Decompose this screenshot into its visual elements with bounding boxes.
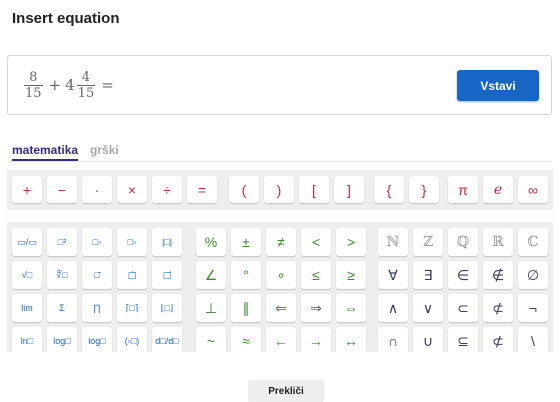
symbol-panel[interactable]: ▭/▭ □² □▫ □▫ |□|% ± ≠ < > ℕ ℤ ℚ ℝ ℂ √□ ∜□ □̄ □⃖ □⃗ ∠ ° ∘ ≤ ≥ ∀ ∃ ∈… <box>7 222 553 352</box>
equation-editor[interactable]: 8 15 + 4 4 15 = Vstavi <box>7 55 552 115</box>
symbol-key-r2c1[interactable]: √□ <box>12 261 42 289</box>
symbol-key-r4c4[interactable]: (▫□) <box>117 327 147 352</box>
symbol-key-r4c15[interactable]: \ <box>518 327 548 352</box>
insert-button[interactable]: Vstavi <box>457 70 539 101</box>
symbol-key-r1c9[interactable]: < <box>301 228 331 256</box>
symbol-key-r3c11[interactable]: ∧ <box>378 294 408 322</box>
symbol-key-r3c1[interactable]: lim <box>12 294 42 322</box>
symbol-key-r1c14[interactable]: ℝ <box>483 228 513 256</box>
tab-grski[interactable]: grški <box>90 143 119 161</box>
divide-key[interactable]: ÷ <box>152 176 182 203</box>
fraction: 4 15 <box>76 69 96 101</box>
symbol-key-r2c4[interactable]: □⃖ <box>117 261 147 289</box>
whole-number: 4 <box>65 76 75 94</box>
symbol-key-r2c2[interactable]: ∜□ <box>47 261 77 289</box>
symbol-key-r2c5[interactable]: □⃗ <box>152 261 182 289</box>
symbol-key-r4c13[interactable]: ⊆ <box>448 327 478 352</box>
symbol-key-r4c1[interactable]: ln□ <box>12 327 42 352</box>
symbol-key-r3c12[interactable]: ∨ <box>413 294 443 322</box>
rparen-key[interactable]: ) <box>264 176 294 203</box>
symbol-key-r3c5[interactable]: ⌊□⌋ <box>152 294 182 322</box>
pi-key[interactable]: π <box>448 176 478 203</box>
symbol-key-r4c14[interactable]: ⊄ <box>483 327 513 352</box>
lbracket-key[interactable]: [ <box>299 176 329 203</box>
symbol-key-r1c12[interactable]: ℤ <box>413 228 443 256</box>
symbol-key-r1c8[interactable]: ≠ <box>266 228 296 256</box>
symbol-key-r1c6[interactable]: % <box>196 228 226 256</box>
symbol-key-r4c3[interactable]: log□ <box>82 327 112 352</box>
tab-divider <box>7 161 552 162</box>
equation-formula[interactable]: 8 15 + 4 4 15 = <box>22 67 118 103</box>
rbrace-key[interactable]: } <box>409 176 439 203</box>
tab-matematika[interactable]: matematika <box>12 143 79 161</box>
lbrace-key[interactable]: { <box>374 176 404 203</box>
symbol-key-r3c14[interactable]: ⊄ <box>483 294 513 322</box>
symbol-key-r4c10[interactable]: ↔ <box>336 327 366 352</box>
symbol-key-r2c3[interactable]: □̄ <box>82 261 112 289</box>
symbol-key-r2c14[interactable]: ∉ <box>483 261 513 289</box>
symbol-key-r3c8[interactable]: ⇐ <box>266 294 296 322</box>
dialog-title: Insert equation <box>12 10 120 27</box>
rbracket-key[interactable]: ] <box>334 176 364 203</box>
e-key[interactable]: e <box>483 176 513 203</box>
lparen-key[interactable]: ( <box>229 176 259 203</box>
symbol-key-r1c1[interactable]: ▭/▭ <box>12 228 42 256</box>
equals-key[interactable]: = <box>187 176 217 203</box>
symbol-key-r1c10[interactable]: > <box>336 228 366 256</box>
symbol-key-r4c6[interactable]: ~ <box>196 327 226 352</box>
symbol-key-r2c15[interactable]: ∅ <box>518 261 548 289</box>
symbol-key-r4c12[interactable]: ∪ <box>413 327 443 352</box>
times-key[interactable]: × <box>117 176 147 203</box>
equals-sign: = <box>101 76 114 94</box>
symbol-key-r2c11[interactable]: ∀ <box>378 261 408 289</box>
symbol-key-r1c15[interactable]: ℂ <box>518 228 548 256</box>
symbol-key-r3c6[interactable]: ⊥ <box>196 294 226 322</box>
symbol-key-r3c9[interactable]: ⇒ <box>301 294 331 322</box>
dot-key[interactable]: · <box>82 176 112 203</box>
plus-key[interactable]: + <box>12 176 42 203</box>
symbol-key-r4c5[interactable]: d□/d□ <box>152 327 182 352</box>
fraction: 8 15 <box>24 70 43 101</box>
symbol-key-r1c13[interactable]: ℚ <box>448 228 478 256</box>
symbol-key-r3c15[interactable]: ¬ <box>518 294 548 322</box>
symbol-key-r3c4[interactable]: ⌈□⌉ <box>117 294 147 322</box>
keyboard-tabs: matematika grški <box>12 143 119 161</box>
symbol-key-r3c13[interactable]: ⊂ <box>448 294 478 322</box>
symbol-key-r3c3[interactable]: ∏ <box>82 294 112 322</box>
symbol-key-r2c12[interactable]: ∃ <box>413 261 443 289</box>
numerator: 4 <box>81 69 91 85</box>
minus-key[interactable]: − <box>47 176 77 203</box>
numerator: 8 <box>29 69 38 85</box>
symbol-key-r1c5[interactable]: |□| <box>152 228 182 256</box>
denominator: 15 <box>77 85 95 101</box>
symbol-key-r2c7[interactable]: ° <box>231 261 261 289</box>
symbol-key-r2c6[interactable]: ∠ <box>196 261 226 289</box>
symbol-key-r2c8[interactable]: ∘ <box>266 261 296 289</box>
symbol-key-r1c4[interactable]: □▫ <box>117 228 147 256</box>
symbol-key-r4c2[interactable]: log□ <box>47 327 77 352</box>
plus-sign: + <box>48 76 62 94</box>
infinity-key[interactable]: ∞ <box>518 176 548 203</box>
symbol-key-r2c13[interactable]: ∈ <box>448 261 478 289</box>
symbol-key-r3c2[interactable]: Σ <box>47 294 77 322</box>
cancel-button[interactable]: Prekliči <box>248 380 324 402</box>
symbol-key-r3c10[interactable]: ⇔ <box>336 294 366 322</box>
symbol-key-r3c7[interactable]: ∥ <box>231 294 261 322</box>
symbol-key-r4c9[interactable]: → <box>301 327 331 352</box>
symbol-key-r2c9[interactable]: ≤ <box>301 261 331 289</box>
symbol-key-r1c7[interactable]: ± <box>231 228 261 256</box>
denominator: 15 <box>25 85 42 101</box>
symbol-key-r4c8[interactable]: ← <box>266 327 296 352</box>
symbol-key-r1c11[interactable]: ℕ <box>378 228 408 256</box>
operator-panel: + − · × ÷ = ()[] {} π e ∞ <box>7 170 553 210</box>
symbol-key-r4c11[interactable]: ∩ <box>378 327 408 352</box>
symbol-key-r2c10[interactable]: ≥ <box>336 261 366 289</box>
symbol-key-r4c7[interactable]: ≈ <box>231 327 261 352</box>
symbol-key-r1c3[interactable]: □▫ <box>82 228 112 256</box>
symbol-key-r1c2[interactable]: □² <box>47 228 77 256</box>
